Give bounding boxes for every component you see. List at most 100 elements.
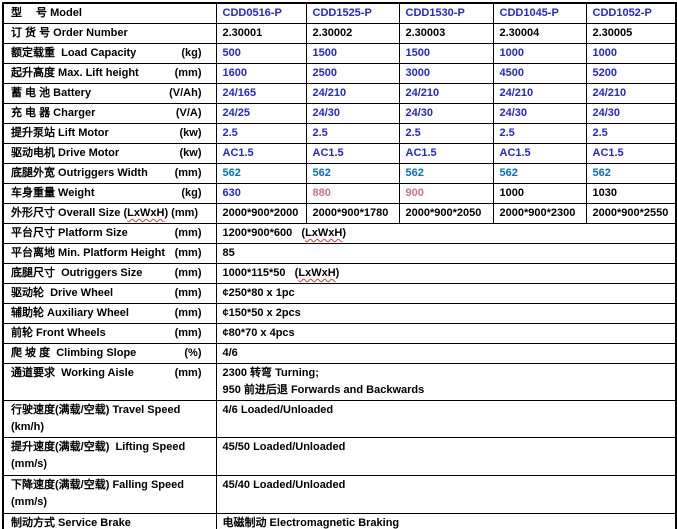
row-working-aisle: 通道要求 Working Aisle(mm) 2300 转弯 Turning;95… — [3, 364, 676, 401]
label-load-capacity: 额定载重 Load Capacity(kg) — [3, 44, 216, 64]
label-text-climbing-slope: 爬 坡 度 Climbing Slope — [11, 345, 184, 362]
row-front-wheels: 前轮 Front Wheels(mm)¢80*70 x 4pcs — [3, 324, 676, 344]
service-brake-value: 电磁制动 Electromagnetic Braking — [216, 514, 676, 529]
overall-size-value-3: 2000*900*2050 — [399, 204, 493, 224]
row-weight: 车身重量 Weight(kg)63088090010001030 — [3, 184, 676, 204]
outriggers-width-value-5: 562 — [586, 164, 676, 184]
drive-motor-value-2: AC1.5 — [306, 144, 399, 164]
label-climbing-slope: 爬 坡 度 Climbing Slope(%) — [3, 344, 216, 364]
unit-drive-motor: (kw) — [180, 145, 202, 162]
text-part: 45/50 Loaded/Unloaded — [223, 441, 346, 453]
unit-climbing-slope: (%) — [184, 345, 201, 362]
label-battery: 蓄 电 池 Battery(V/Ah) — [3, 84, 216, 104]
drive-wheel-value: ¢250*80 x 1pc — [216, 284, 676, 304]
text-part: 型 号 Model — [11, 7, 82, 19]
label-overall-size: 外形尺寸 Overall Size (LxWxH) (mm) — [3, 204, 216, 224]
text-part: 前轮 Front Wheels — [11, 327, 106, 339]
model-value-1: CDD0516-P — [216, 3, 306, 24]
order-number-value-1: 2.30001 — [216, 24, 306, 44]
row-lifting-speed: 提升速度(满载/空载) Lifting Speed (mm/s) 45/50 Lo… — [3, 438, 676, 476]
drive-motor-value-5: AC1.5 — [586, 144, 676, 164]
text-part: 驱动轮 Drive Wheel — [11, 287, 113, 299]
text-part: ¢250*80 x 1pc — [223, 287, 295, 299]
row-charger: 充 电 器 Charger(V/A)24/2524/3024/3024/3024… — [3, 104, 676, 124]
label-text-max-lift-height: 起升高度 Max. Lift height — [11, 65, 175, 82]
text-part: ¢150*50 x 2pcs — [223, 307, 301, 319]
unit-auxiliary-wheel: (mm) — [175, 305, 202, 322]
outriggers-size-value-line-1: 1000*115*50 (LxWxH) — [223, 265, 674, 282]
label-text-min-platform-height: 平台离地 Min. Platform Height — [11, 245, 175, 262]
label-working-aisle: 通道要求 Working Aisle(mm) — [3, 364, 216, 401]
max-lift-height-value-5: 5200 — [586, 64, 676, 84]
label-charger: 充 电 器 Charger(V/A) — [3, 104, 216, 124]
weight-value-5: 1030 — [586, 184, 676, 204]
battery-value-2: 24/210 — [306, 84, 399, 104]
max-lift-height-value-4: 4500 — [493, 64, 586, 84]
auxiliary-wheel-value: ¢150*50 x 2pcs — [216, 304, 676, 324]
label-max-lift-height: 起升高度 Max. Lift height(mm) — [3, 64, 216, 84]
row-drive-wheel: 驱动轮 Drive Wheel(mm)¢250*80 x 1pc — [3, 284, 676, 304]
platform-size-value: 1200*900*600 (LxWxH) — [216, 224, 676, 244]
label-falling-speed: 下降速度(满载/空载) Falling Speed (mm/s) — [3, 476, 216, 514]
drive-motor-value-3: AC1.5 — [399, 144, 493, 164]
row-outriggers-width: 底腿外宽 Outriggers Width(mm)562562562562562 — [3, 164, 676, 184]
label-text-order-number: 订 货 号 Order Number — [11, 25, 214, 42]
model-value-3: CDD1530-P — [399, 3, 493, 24]
outriggers-width-value-3: 562 — [399, 164, 493, 184]
outriggers-width-value-1: 562 — [216, 164, 306, 184]
charger-value-4: 24/30 — [493, 104, 586, 124]
row-service-brake: 制动方式 Service Brake电磁制动 Electromagnetic B… — [3, 514, 676, 529]
unit-min-platform-height: (mm) — [175, 245, 202, 262]
model-value-2: CDD1525-P — [306, 3, 399, 24]
row-falling-speed: 下降速度(满载/空载) Falling Speed (mm/s) 45/40 Lo… — [3, 476, 676, 514]
label-platform-size: 平台尺寸 Platform Size(mm) — [3, 224, 216, 244]
label-text-battery: 蓄 电 池 Battery — [11, 85, 169, 102]
lift-motor-value-4: 2.5 — [493, 124, 586, 144]
model-value-4: CDD1045-P — [493, 3, 586, 24]
row-travel-speed: 行驶速度(满载/空载) Travel Speed (km/h)4/6 Loade… — [3, 401, 676, 438]
lift-motor-value-5: 2.5 — [586, 124, 676, 144]
platform-size-value-line-1: 1200*900*600 (LxWxH) — [223, 225, 674, 242]
working-aisle-value-line-2: 950 前进后退 Forwards and Backwards — [223, 382, 674, 399]
text-part: 底腿尺寸 Outriggers Size — [11, 267, 142, 279]
text-part: ) — [342, 227, 346, 239]
label-lifting-speed: 提升速度(满载/空载) Lifting Speed (mm/s) — [3, 438, 216, 476]
lift-motor-value-3: 2.5 — [399, 124, 493, 144]
text-part: 45/40 Loaded/Unloaded — [223, 479, 346, 491]
order-number-value-2: 2.30002 — [306, 24, 399, 44]
text-part: 外形尺寸 Overall Size ( — [11, 207, 127, 219]
label-text-travel-speed: 行驶速度(满载/空载) Travel Speed (km/h) — [11, 402, 214, 436]
label-text-weight: 车身重量 Weight — [11, 185, 181, 202]
auxiliary-wheel-value-line-1: ¢150*50 x 2pcs — [223, 305, 674, 322]
text-part: 充 电 器 Charger — [11, 107, 95, 119]
text-part: 额定载重 Load Capacity — [11, 47, 136, 59]
battery-value-1: 24/165 — [216, 84, 306, 104]
text-part: 底腿外宽 Outriggers Width — [11, 167, 148, 179]
model-value-5: CDD1052-P — [586, 3, 676, 24]
label-text-outriggers-width: 底腿外宽 Outriggers Width — [11, 165, 175, 182]
spellcheck-squiggle-text: LxWxH — [298, 267, 335, 279]
text-part: 4/6 — [223, 347, 238, 359]
row-model: 型 号 ModelCDD0516-PCDD1525-PCDD1530-PCDD1… — [3, 3, 676, 24]
row-drive-motor: 驱动电机 Drive Motor(kw)AC1.5AC1.5AC1.5AC1.5… — [3, 144, 676, 164]
unit-outriggers-size: (mm) — [175, 265, 202, 282]
working-aisle-value-line-1: 2300 转弯 Turning; — [223, 365, 674, 382]
drive-motor-value-4: AC1.5 — [493, 144, 586, 164]
unit-battery: (V/Ah) — [169, 85, 201, 102]
label-outriggers-size: 底腿尺寸 Outriggers Size (mm) — [3, 264, 216, 284]
text-part: 电磁制动 Electromagnetic Braking — [223, 517, 400, 529]
battery-value-3: 24/210 — [399, 84, 493, 104]
label-auxiliary-wheel: 辅助轮 Auxiliary Wheel(mm) — [3, 304, 216, 324]
label-text-load-capacity: 额定载重 Load Capacity — [11, 45, 181, 62]
service-brake-value-line-1: 电磁制动 Electromagnetic Braking — [223, 515, 674, 529]
spec-table: 型 号 ModelCDD0516-PCDD1525-PCDD1530-PCDD1… — [2, 2, 677, 529]
row-overall-size: 外形尺寸 Overall Size (LxWxH) (mm) 2000*900*2… — [3, 204, 676, 224]
battery-value-4: 24/210 — [493, 84, 586, 104]
row-platform-size: 平台尺寸 Platform Size(mm) 1200*900*600 (LxWx… — [3, 224, 676, 244]
weight-value-2: 880 — [306, 184, 399, 204]
weight-value-4: 1000 — [493, 184, 586, 204]
load-capacity-value-4: 1000 — [493, 44, 586, 64]
text-part: 1000*115*50 ( — [223, 267, 299, 279]
battery-value-5: 24/210 — [586, 84, 676, 104]
charger-value-1: 24/25 — [216, 104, 306, 124]
